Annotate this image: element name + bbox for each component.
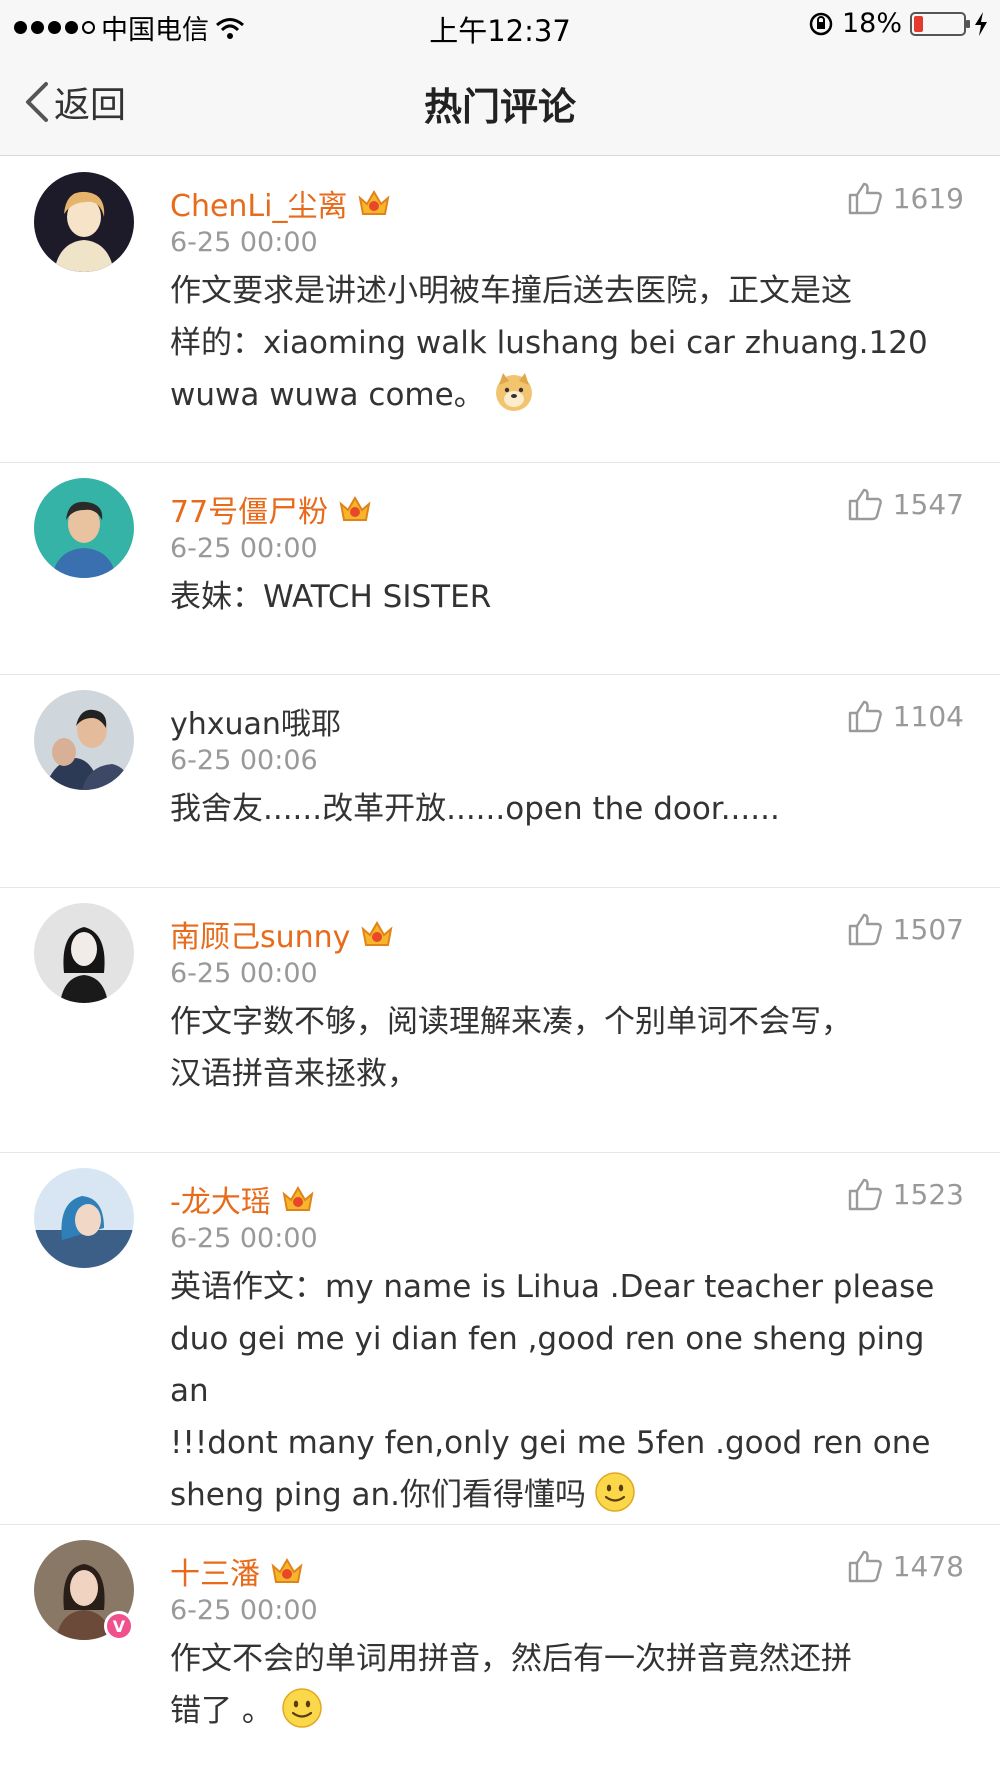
vip-crown-icon bbox=[282, 1186, 314, 1211]
username-text: ChenLi_尘离 bbox=[170, 189, 348, 224]
like-button[interactable]: 1547 bbox=[847, 487, 964, 521]
comment-item: 77号僵尸粉 6-25 00:00 1547 表妹：WATCH SISTER bbox=[0, 463, 1000, 675]
comment-line: 我舍友......改革开放......open the door...... bbox=[170, 791, 780, 827]
comment-line-with-emoji: 错了 。 bbox=[170, 1685, 970, 1737]
battery-percent: 18% bbox=[841, 8, 902, 39]
comment-text: 作文不会的单词用拼音，然后有一次拼音竟然还拼 错了 。 bbox=[170, 1633, 970, 1737]
username-text: 南顾己sunny bbox=[170, 920, 351, 955]
like-count: 1523 bbox=[892, 1177, 964, 1211]
charging-bolt-icon bbox=[975, 11, 987, 36]
vip-crown-icon bbox=[358, 190, 390, 215]
nav-bar: 返回 热门评论 bbox=[0, 50, 1000, 156]
thumbs-up-icon bbox=[848, 182, 882, 215]
status-bar: 中国电信 上午12:37 18% bbox=[0, 0, 1000, 50]
comment-text: 我舍友......改革开放......open the door...... bbox=[170, 783, 970, 835]
avatar[interactable] bbox=[34, 1168, 134, 1268]
comment-username[interactable]: -龙大瑶 bbox=[170, 1177, 315, 1221]
comment-list: ChenLi_尘离 6-25 00:00 1619 作文要求是讲述小明被车撞后送… bbox=[0, 157, 1000, 1777]
comment-text: 作文字数不够，阅读理解来凑，个别单词不会写， 汉语拼音来拯救， bbox=[170, 996, 970, 1100]
like-count: 1507 bbox=[892, 912, 964, 946]
thumbs-up-icon bbox=[848, 1178, 882, 1211]
comment-time: 6-25 00:00 bbox=[170, 958, 318, 989]
comment-line: 汉语拼音来拯救， bbox=[170, 1056, 418, 1092]
vip-crown-icon bbox=[339, 496, 371, 521]
avatar[interactable] bbox=[34, 690, 134, 790]
status-right: 18% bbox=[808, 8, 988, 39]
comment-item: -龙大瑶 6-25 00:00 1523 英语作文：my name is Lih… bbox=[0, 1153, 1000, 1525]
username-text: yhxuan哦耶 bbox=[170, 707, 341, 742]
comment-username[interactable]: 南顾己sunny bbox=[170, 912, 394, 956]
comment-line: 作文要求是讲述小明被车撞后送去医院，正文是这 bbox=[170, 273, 852, 309]
like-count: 1478 bbox=[892, 1549, 964, 1583]
page-title: 热门评论 bbox=[423, 85, 576, 129]
comment-text: 作文要求是讲述小明被车撞后送去医院，正文是这 样的：xiaoming walk … bbox=[170, 265, 970, 421]
comment-text: 英语作文：my name is Lihua .Dear teacher plea… bbox=[170, 1261, 970, 1521]
comment-text: 表妹：WATCH SISTER bbox=[170, 571, 970, 623]
comment-line: !!!dont many fen,only gei me 5fen .good … bbox=[170, 1425, 931, 1461]
comment-time: 6-25 00:00 bbox=[170, 533, 318, 564]
comment-line: 英语作文：my name is Lihua .Dear teacher plea… bbox=[170, 1269, 935, 1305]
like-count: 1104 bbox=[892, 699, 964, 733]
vip-crown-icon bbox=[361, 921, 393, 946]
comment-username[interactable]: 十三潘 bbox=[170, 1549, 304, 1593]
comment-line: sheng ping an.你们看得懂吗 bbox=[170, 1477, 587, 1513]
smile-emoji-icon bbox=[595, 1472, 635, 1512]
comment-time: 6-25 00:06 bbox=[170, 745, 318, 776]
like-button[interactable]: 1523 bbox=[847, 1177, 964, 1211]
like-button[interactable]: 1619 bbox=[847, 181, 964, 215]
like-count: 1547 bbox=[892, 487, 964, 521]
comment-item: yhxuan哦耶 6-25 00:06 1104 我舍友......改革开放..… bbox=[0, 675, 1000, 888]
comment-username[interactable]: ChenLi_尘离 bbox=[170, 181, 391, 225]
like-button[interactable]: 1478 bbox=[847, 1549, 964, 1583]
thumbs-up-icon bbox=[848, 1550, 882, 1583]
comment-line-with-emoji: wuwa wuwa come。 bbox=[170, 369, 970, 421]
orientation-lock-icon bbox=[809, 12, 833, 35]
comment-time: 6-25 00:00 bbox=[170, 227, 318, 258]
like-count: 1619 bbox=[892, 181, 964, 215]
battery-icon bbox=[910, 11, 970, 36]
comment-username[interactable]: 77号僵尸粉 bbox=[170, 487, 372, 531]
comment-line: 表妹：WATCH SISTER bbox=[170, 579, 492, 615]
smile-emoji-icon bbox=[282, 1688, 322, 1728]
thumbs-up-icon bbox=[848, 700, 882, 733]
thumbs-up-icon bbox=[848, 488, 882, 521]
username-text: 77号僵尸粉 bbox=[170, 495, 329, 530]
comment-line-with-emoji: sheng ping an.你们看得懂吗 bbox=[170, 1469, 970, 1521]
comment-line: wuwa wuwa come。 bbox=[170, 377, 485, 413]
thumbs-up-icon bbox=[848, 913, 882, 946]
avatar[interactable] bbox=[34, 478, 134, 578]
comment-time: 6-25 00:00 bbox=[170, 1595, 318, 1626]
verified-badge-icon: V bbox=[104, 1611, 134, 1641]
comment-line: 样的：xiaoming walk lushang bei car zhuang.… bbox=[170, 325, 928, 361]
comment-line: 作文不会的单词用拼音，然后有一次拼音竟然还拼 bbox=[170, 1641, 852, 1677]
like-button[interactable]: 1507 bbox=[847, 912, 964, 946]
comment-item: 南顾己sunny 6-25 00:00 1507 作文字数不够，阅读理解来凑，个… bbox=[0, 888, 1000, 1153]
comment-username[interactable]: yhxuan哦耶 bbox=[170, 699, 341, 743]
doge-emoji-icon bbox=[495, 373, 532, 411]
username-text: 十三潘 bbox=[170, 1557, 260, 1592]
comment-item: V 十三潘 6-25 00:00 1478 作文不会的单词用拼音，然后有一次拼音… bbox=[0, 1525, 1000, 1777]
comment-line: 错了 。 bbox=[170, 1693, 273, 1729]
username-text: -龙大瑶 bbox=[170, 1185, 271, 1220]
like-button[interactable]: 1104 bbox=[847, 699, 964, 733]
comment-line: duo gei me yi dian fen ,good ren one she… bbox=[170, 1321, 925, 1409]
vip-crown-icon bbox=[271, 1558, 303, 1583]
comment-line: 作文字数不够，阅读理解来凑，个别单词不会写， bbox=[170, 1004, 852, 1040]
avatar[interactable] bbox=[34, 172, 134, 272]
comment-item: ChenLi_尘离 6-25 00:00 1619 作文要求是讲述小明被车撞后送… bbox=[0, 157, 1000, 463]
comment-time: 6-25 00:00 bbox=[170, 1223, 318, 1254]
avatar[interactable] bbox=[34, 903, 134, 1003]
